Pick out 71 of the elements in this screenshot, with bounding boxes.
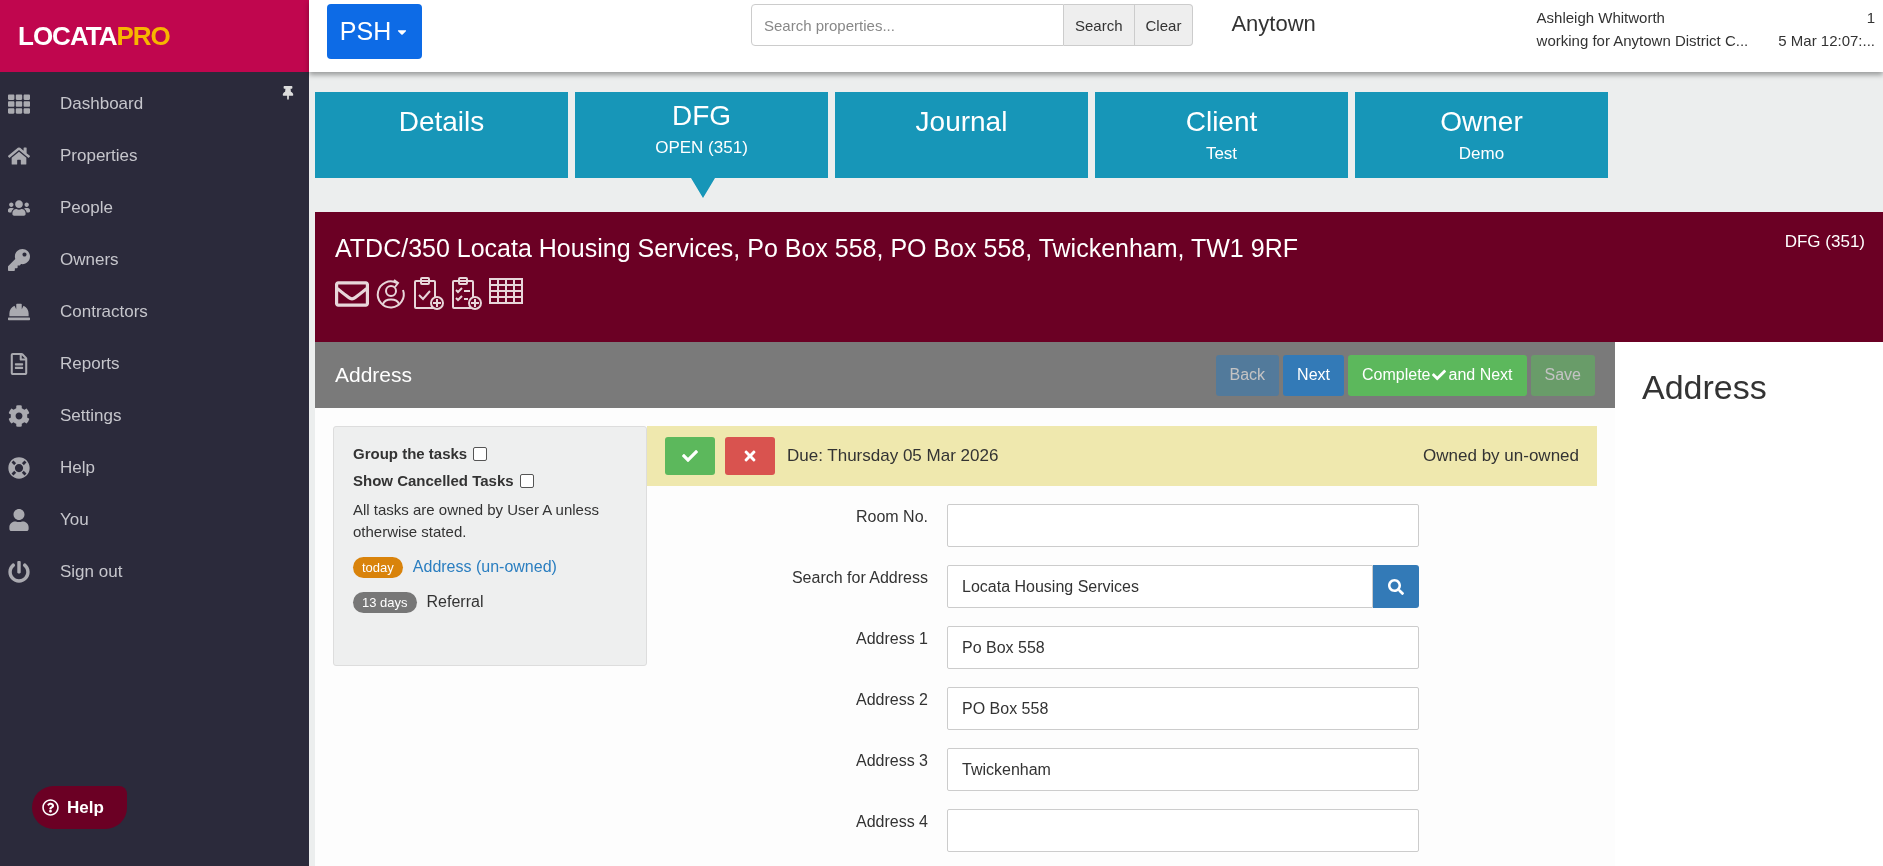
check-icon [682,448,698,464]
settings-icon [8,405,30,427]
locata-logo: LOCATAPRO [0,0,309,72]
task-owner: Owned by un-owned [1423,446,1579,466]
due-badge: 13 days [353,591,417,613]
panel-title: Address [1642,368,1768,407]
field-label: Address 4 [854,812,929,831]
user-name: Ashleigh Whitworth [1536,9,1666,26]
help-button[interactable]: Help [32,786,127,829]
option-label: Show Cancelled Tasks [353,472,514,489]
table-icon[interactable] [489,277,523,305]
search-button[interactable] [1373,565,1419,608]
question-icon [42,799,59,816]
search-field[interactable]: Search properties... [751,4,1064,46]
sidebar-item[interactable]: People [0,182,309,234]
search-icon [1388,578,1404,595]
clear-button[interactable]: Clear [1134,4,1194,46]
document-icon [8,353,30,375]
hard-hat-icon [8,301,30,323]
sidebar-item[interactable]: Reports [0,338,309,390]
option-label: Group the tasks [353,445,468,462]
task-link[interactable]: Referral [426,593,484,611]
due-date: Due: Thursday 05 Mar 2026 [787,446,999,466]
sidebar-item[interactable]: Owners [0,234,309,286]
pin-icon[interactable] [281,86,295,100]
house-icon [8,145,30,167]
clipboard-list-icon[interactable] [451,277,483,311]
ownership-note: All tasks are owned by User A unless otherwise stated. [353,500,600,542]
section-title: Address [335,363,413,387]
count: 1 [1865,9,1875,26]
sidebar-item[interactable]: You [0,494,309,546]
field-label: Search for Address [790,568,929,587]
checkbox[interactable] [519,473,534,488]
key-icon [8,249,30,271]
address-search-field[interactable]: Locata Housing Services [947,565,1373,608]
property-title: ATDC/350 Locata Housing Services, Po Box 558, PO Box 558, Twickenham, TW1 9RF [335,234,1298,263]
sidebar-item[interactable]: Dashboard [0,78,309,130]
power-icon [8,561,30,583]
grid-icon [8,93,30,115]
clipboard-check-icon[interactable] [413,277,445,311]
people-icon [8,197,30,219]
cancel-task-button[interactable] [725,437,775,475]
date-time: 5 Mar 12:07:... [1778,32,1875,49]
sidebar-item[interactable]: Properties [0,130,309,182]
sidebar-item[interactable]: Sign out [0,546,309,598]
field-label: Address 3 [854,751,929,770]
checkbox[interactable] [473,446,488,461]
person-refresh-icon[interactable] [375,277,407,311]
case-label: DFG (351) [1784,232,1865,252]
input-field[interactable] [947,809,1419,852]
lifebuoy-icon [8,457,30,479]
check-icon [1432,368,1447,382]
sidebar-item[interactable]: Help [0,442,309,494]
field-label: Address 2 [854,690,929,709]
search-button[interactable]: Search [1064,4,1135,46]
location-name: Anytown [1231,10,1316,37]
sidebar-item[interactable]: Settings [0,390,309,442]
input-field[interactable]: Twickenham [947,748,1419,791]
user-organisation: working for Anytown District C... [1536,32,1749,49]
sidebar-item[interactable]: Contractors [0,286,309,338]
field-label: Address 1 [854,629,929,648]
next-button[interactable]: Next [1283,354,1344,396]
task-link[interactable]: Address (un-owned) [412,558,557,576]
close-icon [742,448,758,464]
input-field[interactable]: Po Box 558 [947,626,1419,669]
input-field[interactable]: PO Box 558 [947,687,1419,730]
person-icon [8,509,30,531]
due-badge: today [353,556,403,578]
menu-button[interactable]: PSH [327,4,422,59]
input-field[interactable] [947,504,1419,547]
field-label: Room No. [854,507,929,526]
